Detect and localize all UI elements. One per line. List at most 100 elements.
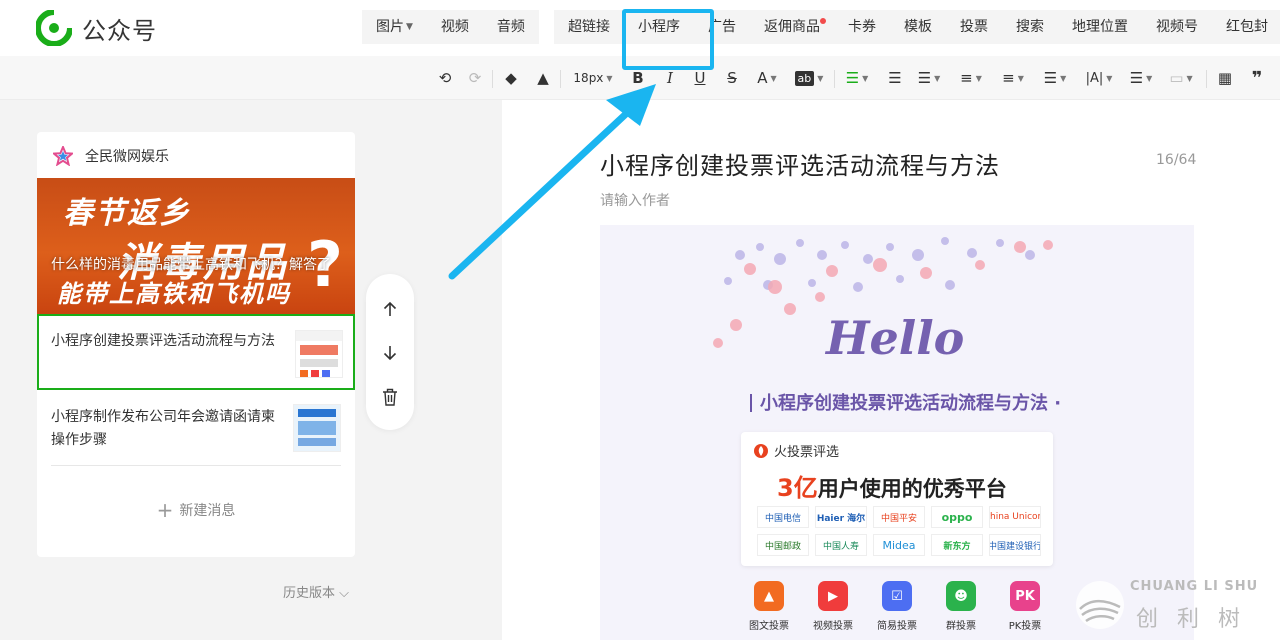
editor-toolbar: ⟲ ⟳ ◆ ▲ 18px ▼ B I U S A ▼ ab ▼ ☰ ▼ ☰ ☰ ▼ ≡ ▼ … — [0, 56, 1280, 100]
chevron-down-icon: ▼ — [817, 73, 824, 83]
nav-mini-program[interactable]: 小程序 — [624, 10, 694, 44]
partner-logo: Haier 海尔 — [815, 506, 867, 528]
redo-icon[interactable]: ⟳ — [464, 66, 486, 90]
toolbar-divider — [1206, 70, 1207, 88]
app-logo[interactable]: 公众号 — [36, 10, 157, 46]
nav-image-label: 图片 — [376, 19, 404, 35]
font-color-label: A — [757, 69, 768, 87]
quote-icon[interactable]: ❞ — [1246, 66, 1268, 90]
nav-hyperlink[interactable]: 超链接 — [554, 10, 624, 44]
letter-spacing-label: |A| — [1085, 70, 1104, 86]
table-icon[interactable]: ▦ — [1214, 66, 1236, 90]
vote-type-label: 群投票 — [946, 621, 976, 632]
group-vote-icon: ☻ — [946, 581, 976, 611]
underline-button[interactable]: U — [690, 66, 710, 90]
message-title: 小程序创建投票评选活动流程与方法 — [51, 333, 275, 349]
partner-logo: 中国人寿 — [815, 534, 867, 556]
chevron-down-icon: ▼ — [1186, 73, 1193, 83]
list-item[interactable]: 小程序制作发布公司年会邀请函请柬操作步骤 — [37, 390, 355, 466]
article-editor: 小程序创建投票评选活动流程与方法 16/64 请输入作者 Hello 小程序创建… — [502, 100, 1280, 640]
font-size-select[interactable]: 18px ▼ — [568, 66, 618, 90]
toolbar-divider — [560, 70, 561, 88]
move-down-button[interactable] — [366, 338, 414, 368]
cover-article[interactable]: 春节返乡 消毒用品 能带上高铁和飞机吗 ? 什么样的消毒用品能带上高铁和飞机？解… — [37, 178, 355, 314]
nav-ads[interactable]: 广告 — [694, 10, 750, 44]
partner-logo: 中国建设银行 — [989, 534, 1041, 556]
promo-brand-name: 火投票评选 — [774, 445, 840, 460]
chevron-down-icon: ▼ — [975, 73, 982, 83]
trash-icon — [383, 388, 397, 406]
undo-icon[interactable]: ⟲ — [434, 66, 456, 90]
italic-button[interactable]: I — [660, 66, 680, 90]
paragraph-spacing-top-icon[interactable]: ≡ ▼ — [956, 66, 986, 90]
subhead-bar — [750, 394, 752, 412]
author-input[interactable]: 请输入作者 — [600, 190, 670, 210]
chevron-down-icon: ⌵ — [339, 586, 350, 601]
text-indent-icon[interactable]: ☰ ▼ — [914, 66, 944, 90]
chevron-down-icon: ▼ — [1146, 73, 1153, 83]
nav-search[interactable]: 搜索 — [1002, 10, 1058, 44]
history-versions-link[interactable]: 历史版本 ⌵ — [283, 582, 349, 601]
chevron-down-icon: ▼ — [606, 73, 613, 83]
partner-logo: 中国邮政 — [757, 534, 809, 556]
nav-templates[interactable]: 模板 — [890, 10, 946, 44]
font-color-button[interactable]: A ▼ — [752, 66, 782, 90]
vote-type-label: PK投票 — [1008, 621, 1042, 632]
nav-commission-label: 返佣商品 — [764, 19, 820, 35]
star-logo-icon — [53, 146, 73, 166]
watermark-logo-icon — [1076, 581, 1124, 629]
bold-button[interactable]: B — [628, 66, 648, 90]
media-nav-group: 图片 ▼ 视频 音频 — [362, 10, 539, 44]
move-up-button[interactable] — [366, 294, 414, 324]
letter-spacing-button[interactable]: |A| ▼ — [1082, 66, 1116, 90]
chevron-down-icon: ▼ — [1060, 73, 1067, 83]
paragraph-spacing-bottom-icon[interactable]: ≡ ▼ — [998, 66, 1028, 90]
image-vote-icon: ▲ — [754, 581, 784, 611]
toolbar-divider — [834, 70, 835, 88]
nav-red-packet-cover[interactable]: 红包封 — [1212, 10, 1280, 44]
partner-logos: 中国电信 Haier 海尔 中国平安 oppo China Unicom 中国邮… — [757, 506, 1041, 556]
divider-line-icon[interactable]: ▭ ▼ — [1166, 66, 1196, 90]
list-icon[interactable]: ☰ ▼ — [1126, 66, 1156, 90]
watermark-text-en: CHUANG LI SHU — [1130, 579, 1259, 594]
insert-nav-group: 超链接 小程序 广告 返佣商品 卡券 模板 投票 搜索 地理位置 视频号 红包封 — [554, 10, 1280, 44]
top-bar: 公众号 图片 ▼ 视频 音频 超链接 小程序 广告 返佣商品 卡券 模板 投票 搜… — [0, 0, 1280, 56]
notification-dot — [820, 18, 826, 24]
promo-card: 火投票评选 3亿用户使用的优秀平台 中国电信 Haier 海尔 中国平安 opp… — [741, 432, 1053, 566]
hello-script-title: Hello — [826, 311, 965, 365]
align-left-icon[interactable]: ☰ ▼ — [842, 66, 872, 90]
watermark: CHUANG LI SHU 创 利 树 — [1074, 575, 1274, 635]
nav-location[interactable]: 地理位置 — [1058, 10, 1142, 44]
format-painter-icon[interactable]: ◆ — [500, 66, 522, 90]
list-item-active[interactable]: 小程序创建投票评选活动流程与方法 — [37, 314, 355, 390]
clear-format-icon[interactable]: ▲ — [532, 66, 554, 90]
line-height-icon[interactable]: ☰ ▼ — [1040, 66, 1070, 90]
nav-commission-products[interactable]: 返佣商品 — [750, 10, 834, 44]
nav-coupons[interactable]: 卡券 — [834, 10, 890, 44]
nav-vote[interactable]: 投票 — [946, 10, 1002, 44]
nav-image[interactable]: 图片 ▼ — [362, 10, 427, 44]
image-subhead: 小程序创建投票评选活动流程与方法 · — [750, 389, 1061, 415]
nav-audio[interactable]: 音频 — [483, 10, 539, 44]
message-actions-bar — [366, 274, 414, 430]
chevron-down-icon: ▼ — [770, 73, 777, 83]
article-title-input[interactable]: 小程序创建投票评选活动流程与方法 — [600, 146, 1000, 181]
divider — [51, 465, 341, 466]
app-title: 公众号 — [82, 16, 157, 45]
arrow-up-icon — [383, 301, 397, 316]
indent-icon[interactable]: ☰ — [884, 66, 906, 90]
new-message-button[interactable]: + 新建消息 — [37, 498, 355, 522]
arrow-down-icon — [383, 346, 397, 361]
partner-logo: 新东方 — [931, 534, 983, 556]
fire-logo-icon — [754, 443, 768, 458]
strikethrough-button[interactable]: S — [722, 66, 742, 90]
background-color-button[interactable]: ab ▼ — [794, 66, 824, 90]
delete-button[interactable] — [366, 382, 414, 412]
nav-video[interactable]: 视频 — [427, 10, 483, 44]
vote-type-video: ▶ 视频投票 — [810, 581, 856, 632]
account-name: 全民微网娱乐 — [85, 149, 169, 165]
partner-logo: China Unicom — [989, 506, 1041, 528]
nav-channels[interactable]: 视频号 — [1142, 10, 1212, 44]
partner-logo: 中国平安 — [873, 506, 925, 528]
image-subhead-text: 小程序创建投票评选活动流程与方法 · — [760, 393, 1062, 414]
